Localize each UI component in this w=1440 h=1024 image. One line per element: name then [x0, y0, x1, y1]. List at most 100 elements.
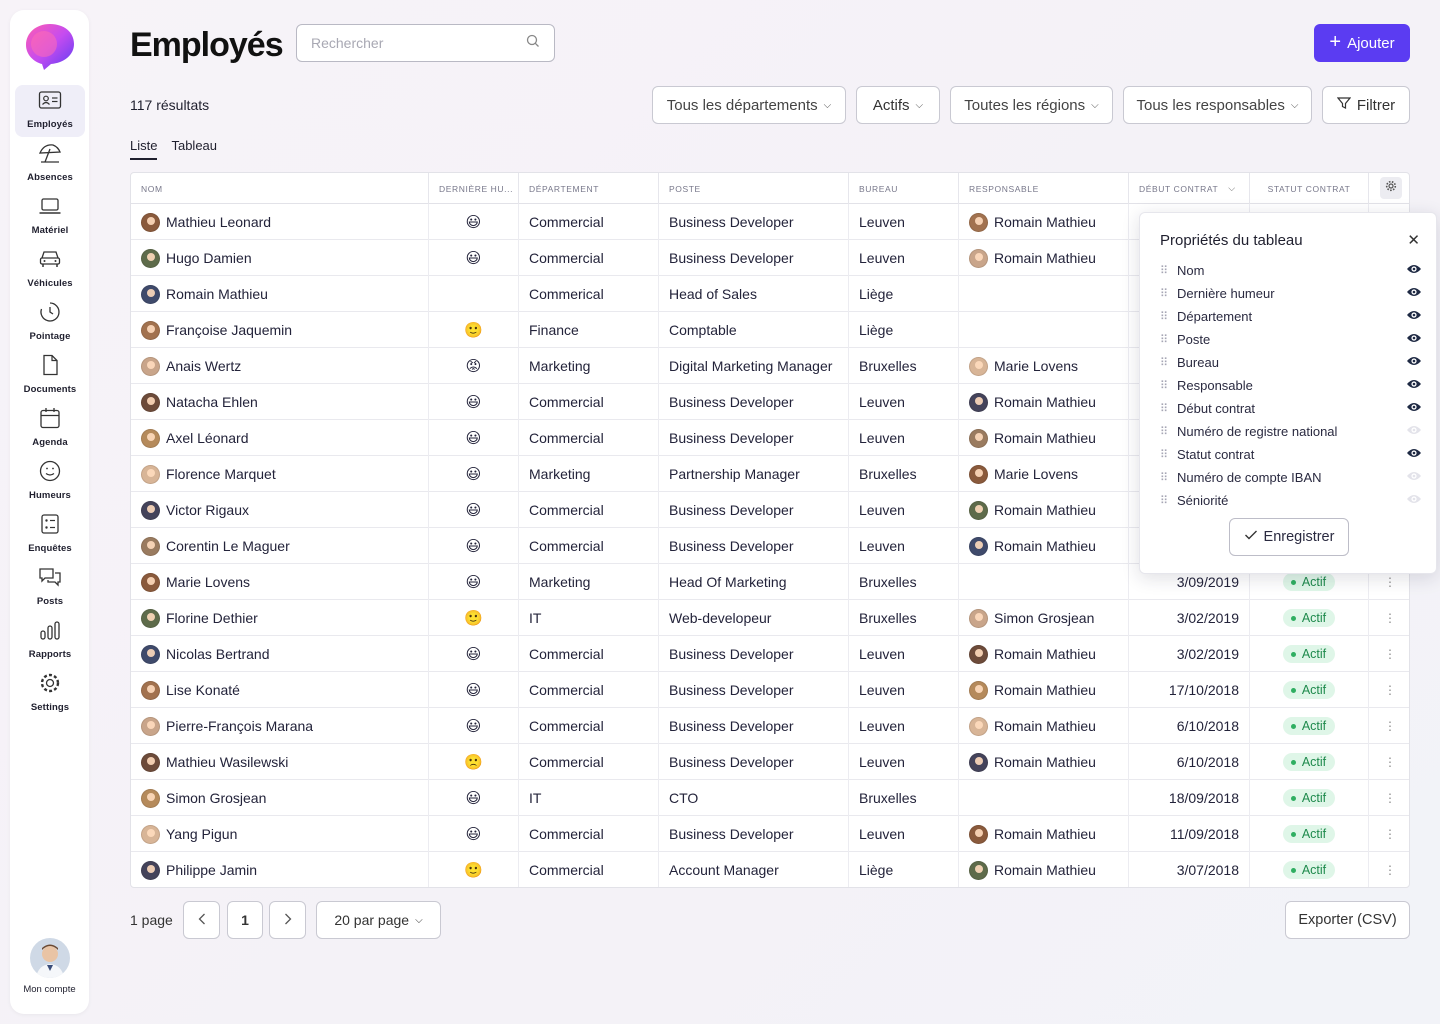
manager-name[interactable]: Simon Grosjean	[994, 610, 1094, 626]
drag-handle-icon[interactable]: ⠿	[1160, 494, 1177, 507]
filter-button[interactable]: Filtrer	[1322, 86, 1410, 124]
sidebar-item-agenda[interactable]: Agenda	[15, 403, 85, 455]
tab-liste[interactable]: Liste	[130, 138, 158, 160]
manager-name[interactable]: Romain Mathieu	[994, 826, 1096, 842]
property-item[interactable]: ⠿ Bureau	[1160, 351, 1422, 374]
column-header-name[interactable]: Nom	[131, 173, 429, 204]
more-options-icon[interactable]: ⋮	[1384, 611, 1396, 625]
sidebar-item-pointage[interactable]: Pointage	[15, 297, 85, 349]
employee-name[interactable]: Florence Marquet	[166, 466, 276, 482]
current-page[interactable]: 1	[227, 901, 263, 939]
eye-icon[interactable]	[1406, 424, 1422, 439]
employee-name[interactable]: Anais Wertz	[166, 358, 241, 374]
employee-name[interactable]: Victor Rigaux	[166, 502, 249, 518]
manager-name[interactable]: Marie Lovens	[994, 466, 1078, 482]
employee-name[interactable]: Pierre-François Marana	[166, 718, 313, 734]
drag-handle-icon[interactable]: ⠿	[1160, 356, 1177, 369]
column-header-manager[interactable]: Responsable	[959, 173, 1129, 204]
property-item[interactable]: ⠿ Dernière humeur	[1160, 282, 1422, 305]
account-avatar[interactable]	[29, 938, 70, 978]
sort-chevron-icon[interactable]: ⌵	[1228, 183, 1235, 194]
filter-status[interactable]: Actifs ⌵	[856, 86, 940, 124]
column-header-office[interactable]: Bureau	[849, 173, 959, 204]
eye-icon[interactable]	[1406, 332, 1422, 347]
table-row[interactable]: Lise Konaté 😃 Commercial Business Developer…	[131, 672, 1409, 708]
sidebar-item-employes[interactable]: Employés	[15, 85, 85, 137]
property-item[interactable]: ⠿ Numéro de registre national	[1160, 420, 1422, 443]
eye-icon[interactable]	[1406, 493, 1422, 508]
tab-tableau[interactable]: Tableau	[171, 138, 217, 160]
drag-handle-icon[interactable]: ⠿	[1160, 448, 1177, 461]
column-header-role[interactable]: Poste	[659, 173, 849, 204]
manager-name[interactable]: Romain Mathieu	[994, 214, 1096, 230]
eye-icon[interactable]	[1406, 263, 1422, 278]
employee-name[interactable]: Romain Mathieu	[166, 286, 268, 302]
employee-name[interactable]: Nicolas Bertrand	[166, 646, 270, 662]
table-row[interactable]: Nicolas Bertrand 😃 Commercial Business Deve…	[131, 636, 1409, 672]
sidebar-item-materiel[interactable]: Matériel	[15, 191, 85, 243]
sidebar-item-rapports[interactable]: Rapports	[15, 615, 85, 667]
close-icon[interactable]: ✕	[1407, 231, 1420, 249]
drag-handle-icon[interactable]: ⠿	[1160, 310, 1177, 323]
add-employee-button[interactable]: + Ajouter	[1314, 24, 1410, 62]
column-header-start[interactable]: Début contrat ⌵	[1129, 173, 1250, 204]
sidebar-item-absences[interactable]: Absences	[15, 138, 85, 190]
more-options-icon[interactable]: ⋮	[1384, 755, 1396, 769]
table-row[interactable]: Yang Pigun 😃 Commercial Business Developer L…	[131, 816, 1409, 852]
export-csv-button[interactable]: Exporter (CSV)	[1285, 901, 1410, 939]
employee-name[interactable]: Hugo Damien	[166, 250, 252, 266]
manager-name[interactable]: Romain Mathieu	[994, 682, 1096, 698]
table-row[interactable]: Simon Grosjean 😃 IT CTO Bruxelles 18/09/2018 A…	[131, 780, 1409, 816]
eye-icon[interactable]	[1406, 470, 1422, 485]
eye-icon[interactable]	[1406, 378, 1422, 393]
property-item[interactable]: ⠿ Début contrat	[1160, 397, 1422, 420]
property-item[interactable]: ⠿ Nom	[1160, 259, 1422, 282]
manager-name[interactable]: Romain Mathieu	[994, 646, 1096, 662]
drag-handle-icon[interactable]: ⠿	[1160, 379, 1177, 392]
sidebar-item-documents[interactable]: Documents	[15, 350, 85, 402]
sidebar-item-vehicules[interactable]: Véhicules	[15, 244, 85, 296]
prev-page-button[interactable]	[183, 901, 220, 939]
manager-name[interactable]: Romain Mathieu	[994, 862, 1096, 878]
eye-icon[interactable]	[1406, 309, 1422, 324]
employee-name[interactable]: Philippe Jamin	[166, 862, 257, 878]
more-options-icon[interactable]: ⋮	[1384, 863, 1396, 877]
drag-handle-icon[interactable]: ⠿	[1160, 402, 1177, 415]
table-settings-button[interactable]	[1380, 177, 1402, 199]
property-item[interactable]: ⠿ Séniorité	[1160, 489, 1422, 512]
column-header-dept[interactable]: Département	[519, 173, 659, 204]
employee-name[interactable]: Françoise Jaquemin	[166, 322, 292, 338]
eye-icon[interactable]	[1406, 447, 1422, 462]
manager-name[interactable]: Romain Mathieu	[994, 538, 1096, 554]
employee-name[interactable]: Yang Pigun	[166, 826, 237, 842]
sidebar-item-posts[interactable]: Posts	[15, 562, 85, 614]
manager-name[interactable]: Romain Mathieu	[994, 394, 1096, 410]
property-item[interactable]: ⠿ Responsable	[1160, 374, 1422, 397]
employee-name[interactable]: Axel Léonard	[166, 430, 249, 446]
filter-departments[interactable]: Tous les départements ⌵	[652, 86, 846, 124]
manager-name[interactable]: Romain Mathieu	[994, 430, 1096, 446]
employee-name[interactable]: Lise Konaté	[166, 682, 240, 698]
app-logo[interactable]	[24, 22, 76, 72]
employee-name[interactable]: Natacha Ehlen	[166, 394, 258, 410]
search-input[interactable]	[311, 35, 526, 51]
account[interactable]: Mon compte	[10, 938, 89, 995]
eye-icon[interactable]	[1406, 286, 1422, 301]
drag-handle-icon[interactable]: ⠿	[1160, 471, 1177, 484]
manager-name[interactable]: Romain Mathieu	[994, 754, 1096, 770]
eye-icon[interactable]	[1406, 355, 1422, 370]
filter-managers[interactable]: Tous les responsables ⌵	[1123, 86, 1312, 124]
employee-name[interactable]: Florine Dethier	[166, 610, 258, 626]
column-header-mood[interactable]: Dernière hu...	[429, 173, 519, 204]
sidebar-item-settings[interactable]: Settings	[15, 668, 85, 720]
employee-name[interactable]: Simon Grosjean	[166, 790, 266, 806]
more-options-icon[interactable]: ⋮	[1384, 647, 1396, 661]
sidebar-item-humeurs[interactable]: Humeurs	[15, 456, 85, 508]
eye-icon[interactable]	[1406, 401, 1422, 416]
filter-regions[interactable]: Toutes les régions ⌵	[950, 86, 1113, 124]
more-options-icon[interactable]: ⋮	[1384, 827, 1396, 841]
manager-name[interactable]: Romain Mathieu	[994, 502, 1096, 518]
drag-handle-icon[interactable]: ⠿	[1160, 425, 1177, 438]
sidebar-item-enquetes[interactable]: Enquêtes	[15, 509, 85, 561]
employee-name[interactable]: Marie Lovens	[166, 574, 250, 590]
